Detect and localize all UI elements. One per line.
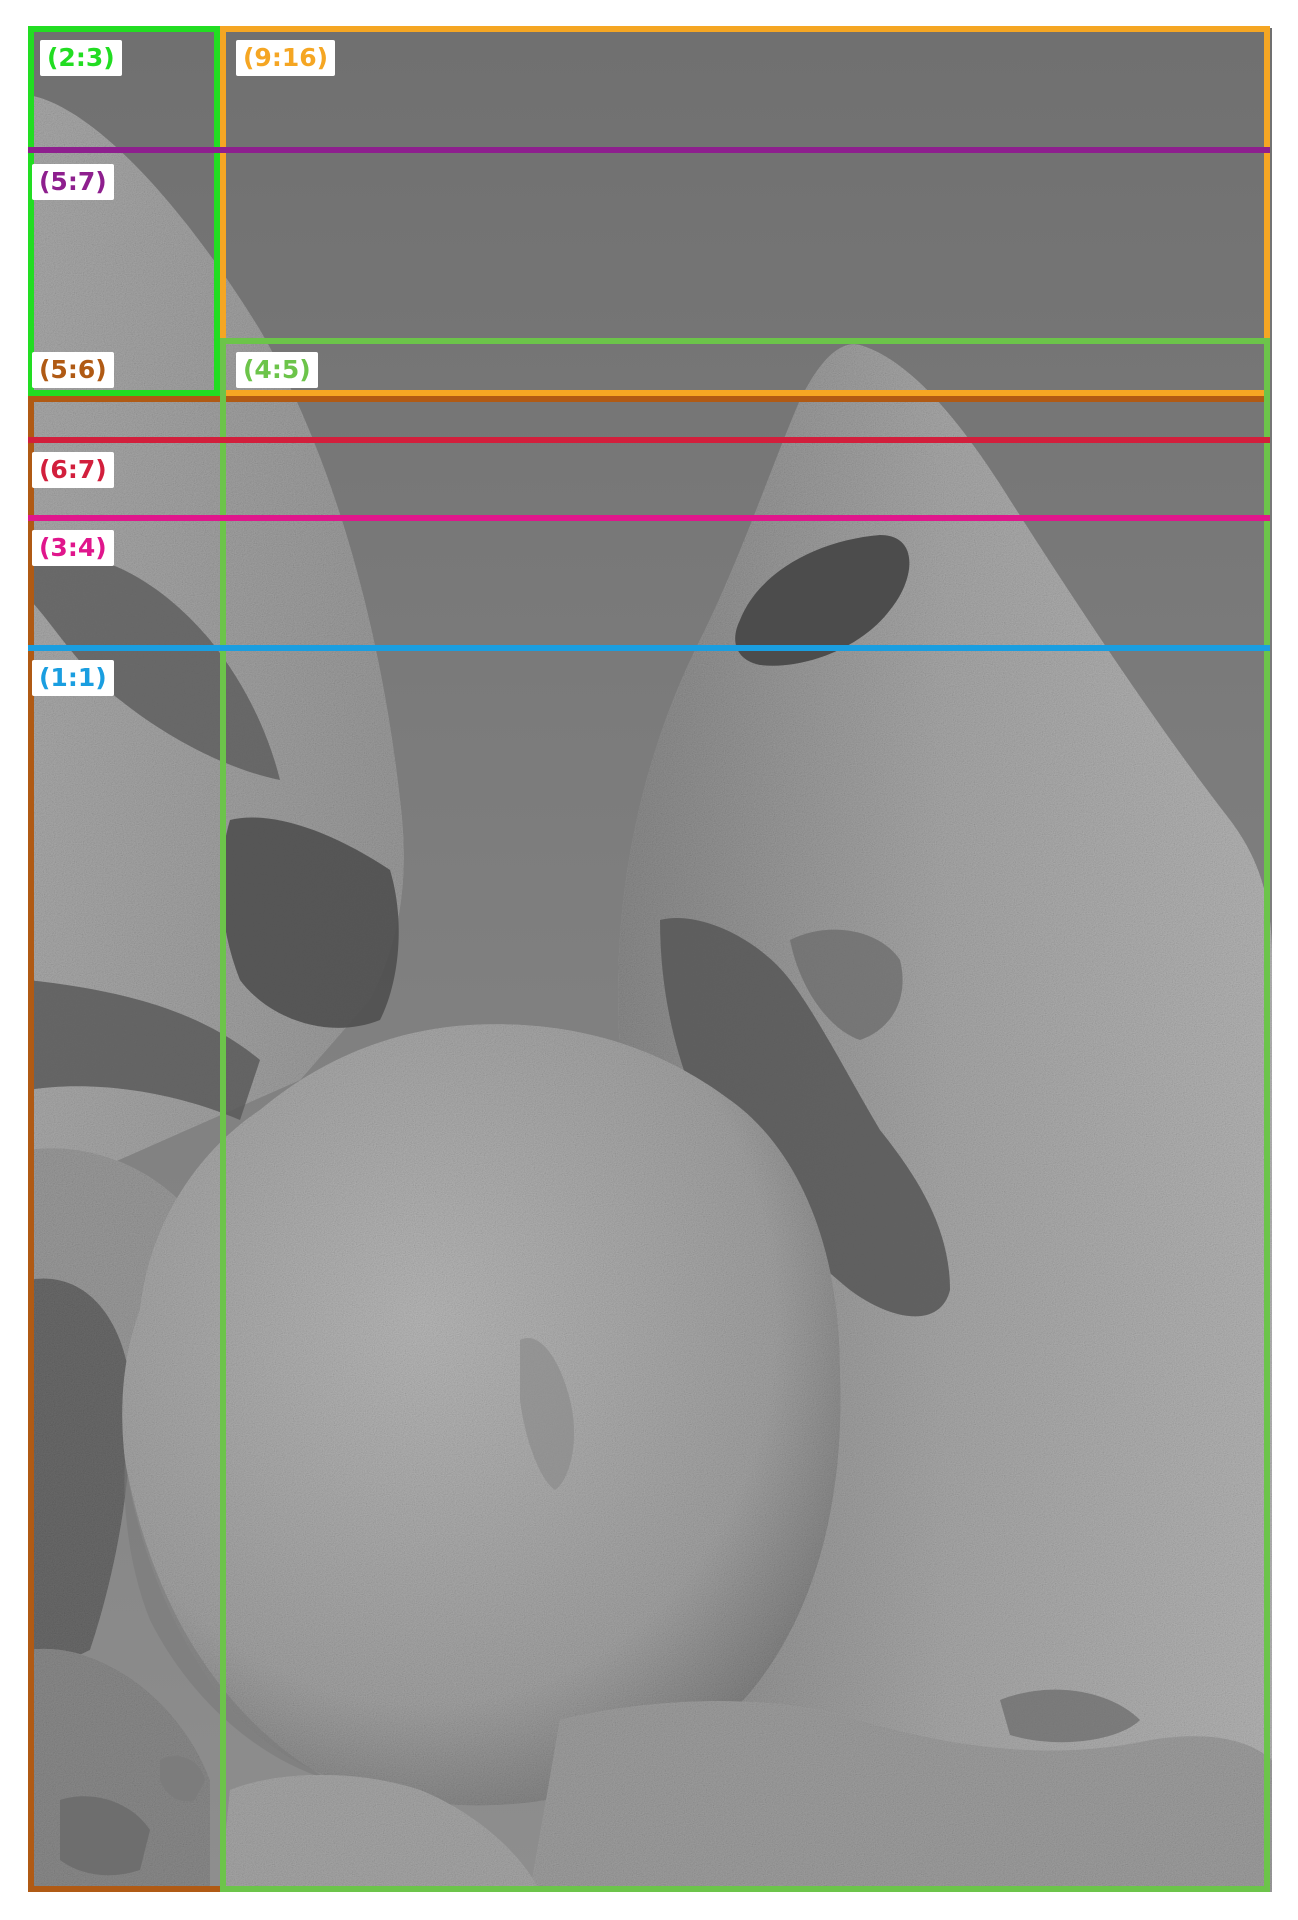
crop-9-16-label: (9:16) [236, 40, 336, 76]
boulder-photo [0, 0, 1298, 1920]
crop-2-3-label: (2:3) [40, 40, 122, 76]
crop-5-7-label: (5:7) [32, 164, 114, 200]
crop-1-1-label: (1:1) [32, 660, 114, 696]
crop-5-6-label: (5:6) [32, 352, 114, 388]
photo-canvas: (2:3) (9:16) (5:7) (5:6) (4:5) (6:7) (3:4) (1:1… [0, 0, 1298, 1920]
crop-4-5-label: (4:5) [236, 352, 318, 388]
crop-3-4-label: (3:4) [32, 530, 114, 566]
photo-image [28, 28, 1272, 1893]
crop-6-7-label: (6:7) [32, 452, 114, 488]
